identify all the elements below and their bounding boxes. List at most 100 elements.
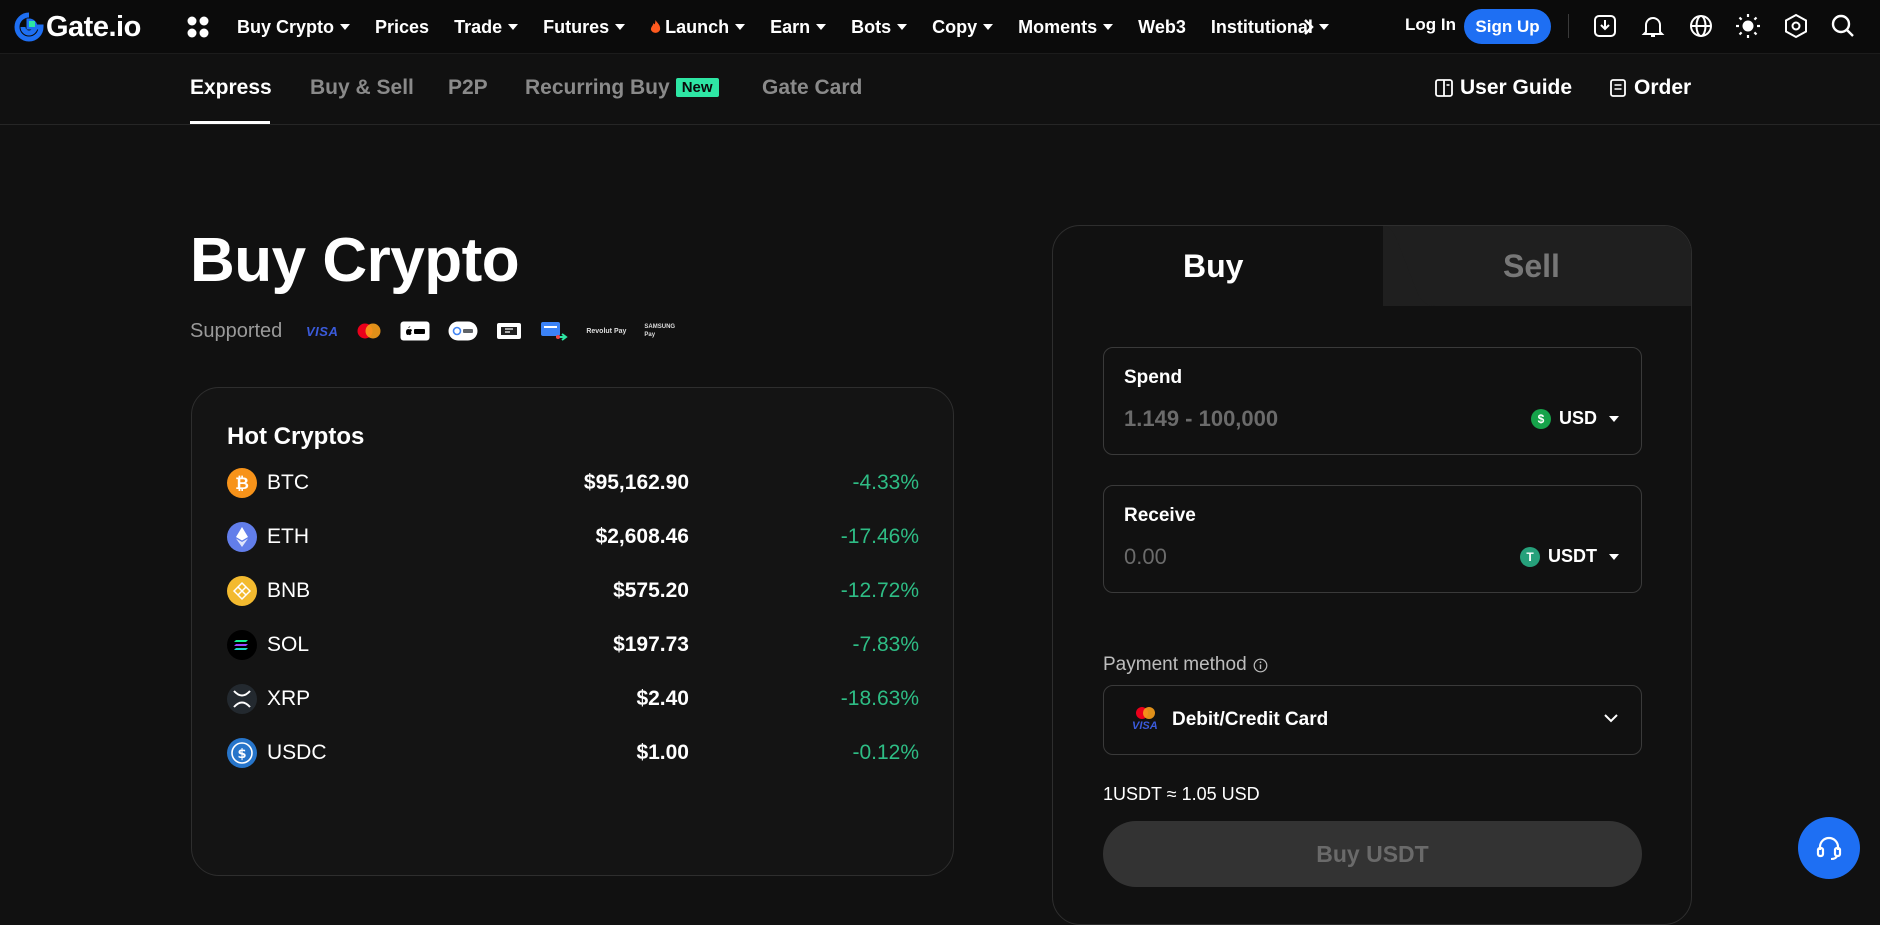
- caret-down-icon: [983, 24, 994, 30]
- coin-price: $95,162.90: [583, 471, 689, 494]
- svg-text:₿: ₿: [235, 474, 249, 494]
- usdt-coin-icon: T: [1520, 546, 1540, 567]
- brand-name: Gate.io: [46, 10, 141, 43]
- globe-icon[interactable]: [1688, 13, 1714, 39]
- receive-field[interactable]: Receive 0.00 T USDT: [1103, 485, 1642, 593]
- nav-item-earn[interactable]: Earn: [770, 16, 827, 38]
- gate-logo-icon: [14, 12, 44, 42]
- main-menu: Buy Crypto Prices Trade Futures Launch Earn Bo…: [237, 0, 1354, 54]
- coin-change: -18.63%: [840, 687, 919, 710]
- coin-change: -7.83%: [852, 633, 919, 656]
- mastercard-icon: [356, 320, 382, 342]
- nav-item-label: Bots: [851, 16, 892, 37]
- coin-price: $2.40: [636, 687, 689, 710]
- bell-icon[interactable]: [1640, 13, 1666, 39]
- coin-symbol: XRP: [267, 687, 311, 710]
- spend-field[interactable]: Spend 1.149 - 100,000 $ USD: [1103, 347, 1642, 455]
- payment-method-label: Payment method: [1103, 654, 1247, 675]
- gate-logo[interactable]: Gate.io: [14, 10, 141, 44]
- nav-item-label: Institutional: [1210, 16, 1313, 37]
- spend-currency: USD: [1558, 408, 1597, 428]
- nav-item-futures[interactable]: Futures: [543, 17, 626, 38]
- spend-label: Spend: [1124, 367, 1183, 388]
- visa-wordmark: VISA: [306, 323, 339, 339]
- spend-currency-select[interactable]: $ USD: [1530, 408, 1619, 429]
- nav-item-moments[interactable]: Moments: [1018, 17, 1114, 38]
- support-chat-button[interactable]: [1798, 817, 1860, 879]
- nav-item-label: Earn: [770, 16, 811, 37]
- tab-express[interactable]: Express: [190, 76, 272, 100]
- nav-item-web3[interactable]: Web3: [1138, 17, 1186, 38]
- tab-p2p[interactable]: P2P: [448, 76, 488, 100]
- payment-method-select[interactable]: VISA Debit/Credit Card: [1103, 685, 1642, 755]
- google-pay-icon: [448, 320, 478, 342]
- coin-symbol: BTC: [267, 471, 309, 494]
- tab-recurring-buy[interactable]: Recurring Buy New: [525, 76, 719, 100]
- caret-down-icon: [1103, 24, 1114, 30]
- spend-input[interactable]: 1.149 - 100,000: [1124, 406, 1278, 432]
- coin-price: $2,608.46: [595, 525, 689, 548]
- eth-coin-icon: [227, 522, 257, 552]
- hot-crypto-row-sol[interactable]: SOL $197.73 -7.83%: [227, 630, 919, 660]
- coin-change: -4.33%: [852, 471, 919, 494]
- tab-buy-sell[interactable]: Buy & Sell: [310, 76, 414, 100]
- samsung-wordmark: SAMSUNG: [644, 324, 676, 330]
- nav-item-bots[interactable]: Bots: [851, 16, 908, 38]
- payment-method-value: Debit/Credit Card: [1172, 709, 1329, 730]
- tab-buy[interactable]: Buy: [1183, 248, 1243, 285]
- flame-icon: [651, 19, 661, 33]
- user-guide-link[interactable]: User Guide: [1434, 76, 1572, 100]
- buy-usdt-button[interactable]: Buy USDT: [1103, 821, 1642, 887]
- coin-change: -0.12%: [852, 741, 919, 764]
- signup-button[interactable]: Sign Up: [1464, 9, 1551, 44]
- bnb-coin-icon: [227, 576, 257, 606]
- nav-item-trade[interactable]: Trade: [454, 17, 519, 38]
- exchange-rate: 1USDT ≈ 1.05 USD: [1103, 784, 1260, 804]
- page-title: Buy Crypto: [190, 226, 520, 295]
- caret-down-icon: [615, 24, 626, 30]
- new-badge: New: [675, 78, 719, 97]
- samsung-pay-wordmark: Pay: [644, 332, 656, 338]
- visa-icon: VISA: [306, 320, 338, 342]
- nav-item-buy-crypto[interactable]: Buy Crypto: [237, 16, 351, 38]
- chevron-right-icon[interactable]: [1302, 18, 1316, 36]
- card-transfer-icon: [540, 320, 569, 342]
- nav-item-label: Launch: [665, 16, 730, 37]
- download-icon[interactable]: [1592, 13, 1618, 39]
- tab-sell[interactable]: Sell: [1503, 248, 1560, 285]
- nav-item-label: Copy: [932, 16, 978, 37]
- hot-crypto-row-xrp[interactable]: XRP $2.40 -18.63%: [227, 684, 919, 714]
- hot-crypto-row-bnb[interactable]: BNB $575.20 -12.72%: [227, 576, 919, 606]
- usdc-coin-icon: $: [227, 738, 257, 768]
- search-icon[interactable]: [1830, 13, 1856, 39]
- theme-sun-icon[interactable]: [1735, 13, 1761, 39]
- settings-hex-icon[interactable]: [1783, 13, 1809, 39]
- receive-input[interactable]: 0.00: [1124, 544, 1167, 570]
- apple-pay-icon: [400, 320, 430, 342]
- nav-item-copy[interactable]: Copy: [932, 16, 994, 38]
- caret-down-icon: [508, 24, 519, 30]
- order-link[interactable]: Order: [1608, 76, 1691, 100]
- nav-item-label: Buy Crypto: [237, 16, 335, 37]
- tab-gate-card[interactable]: Gate Card: [762, 76, 862, 100]
- nav-item-prices[interactable]: Prices: [375, 17, 429, 38]
- login-link[interactable]: Log In: [1405, 15, 1456, 35]
- apps-grid-icon[interactable]: [186, 15, 210, 39]
- samsung-pay-icon: SAMSUNG Pay: [644, 320, 675, 342]
- chevron-down-icon: [1604, 714, 1618, 723]
- hot-crypto-row-usdc[interactable]: $ USDC $1.00 -0.12%: [227, 738, 919, 768]
- hot-crypto-row-eth[interactable]: ETH $2,608.46 -17.46%: [227, 522, 919, 552]
- receive-currency-select[interactable]: T USDT: [1520, 546, 1619, 567]
- headset-icon: [1816, 836, 1842, 860]
- sub-navigation: Express Buy & Sell P2P Recurring Buy New …: [0, 54, 1880, 125]
- card-brand-icon: VISA: [1130, 706, 1160, 734]
- caret-down-icon: [1609, 553, 1619, 560]
- caret-down-icon: [1609, 415, 1619, 422]
- nav-divider: [1568, 14, 1569, 38]
- info-icon[interactable]: [1253, 658, 1268, 673]
- hot-crypto-row-btc[interactable]: ₿ BTC $95,162.90 -4.33%: [227, 468, 919, 498]
- trade-card: Buy Sell Spend 1.149 - 100,000 $ USD Rec…: [1052, 225, 1692, 925]
- coin-symbol: USDC: [267, 741, 327, 764]
- payment-icons: VISA Revolut Pay SAMSUNG Pay: [306, 320, 693, 342]
- nav-item-launch[interactable]: Launch: [650, 16, 746, 38]
